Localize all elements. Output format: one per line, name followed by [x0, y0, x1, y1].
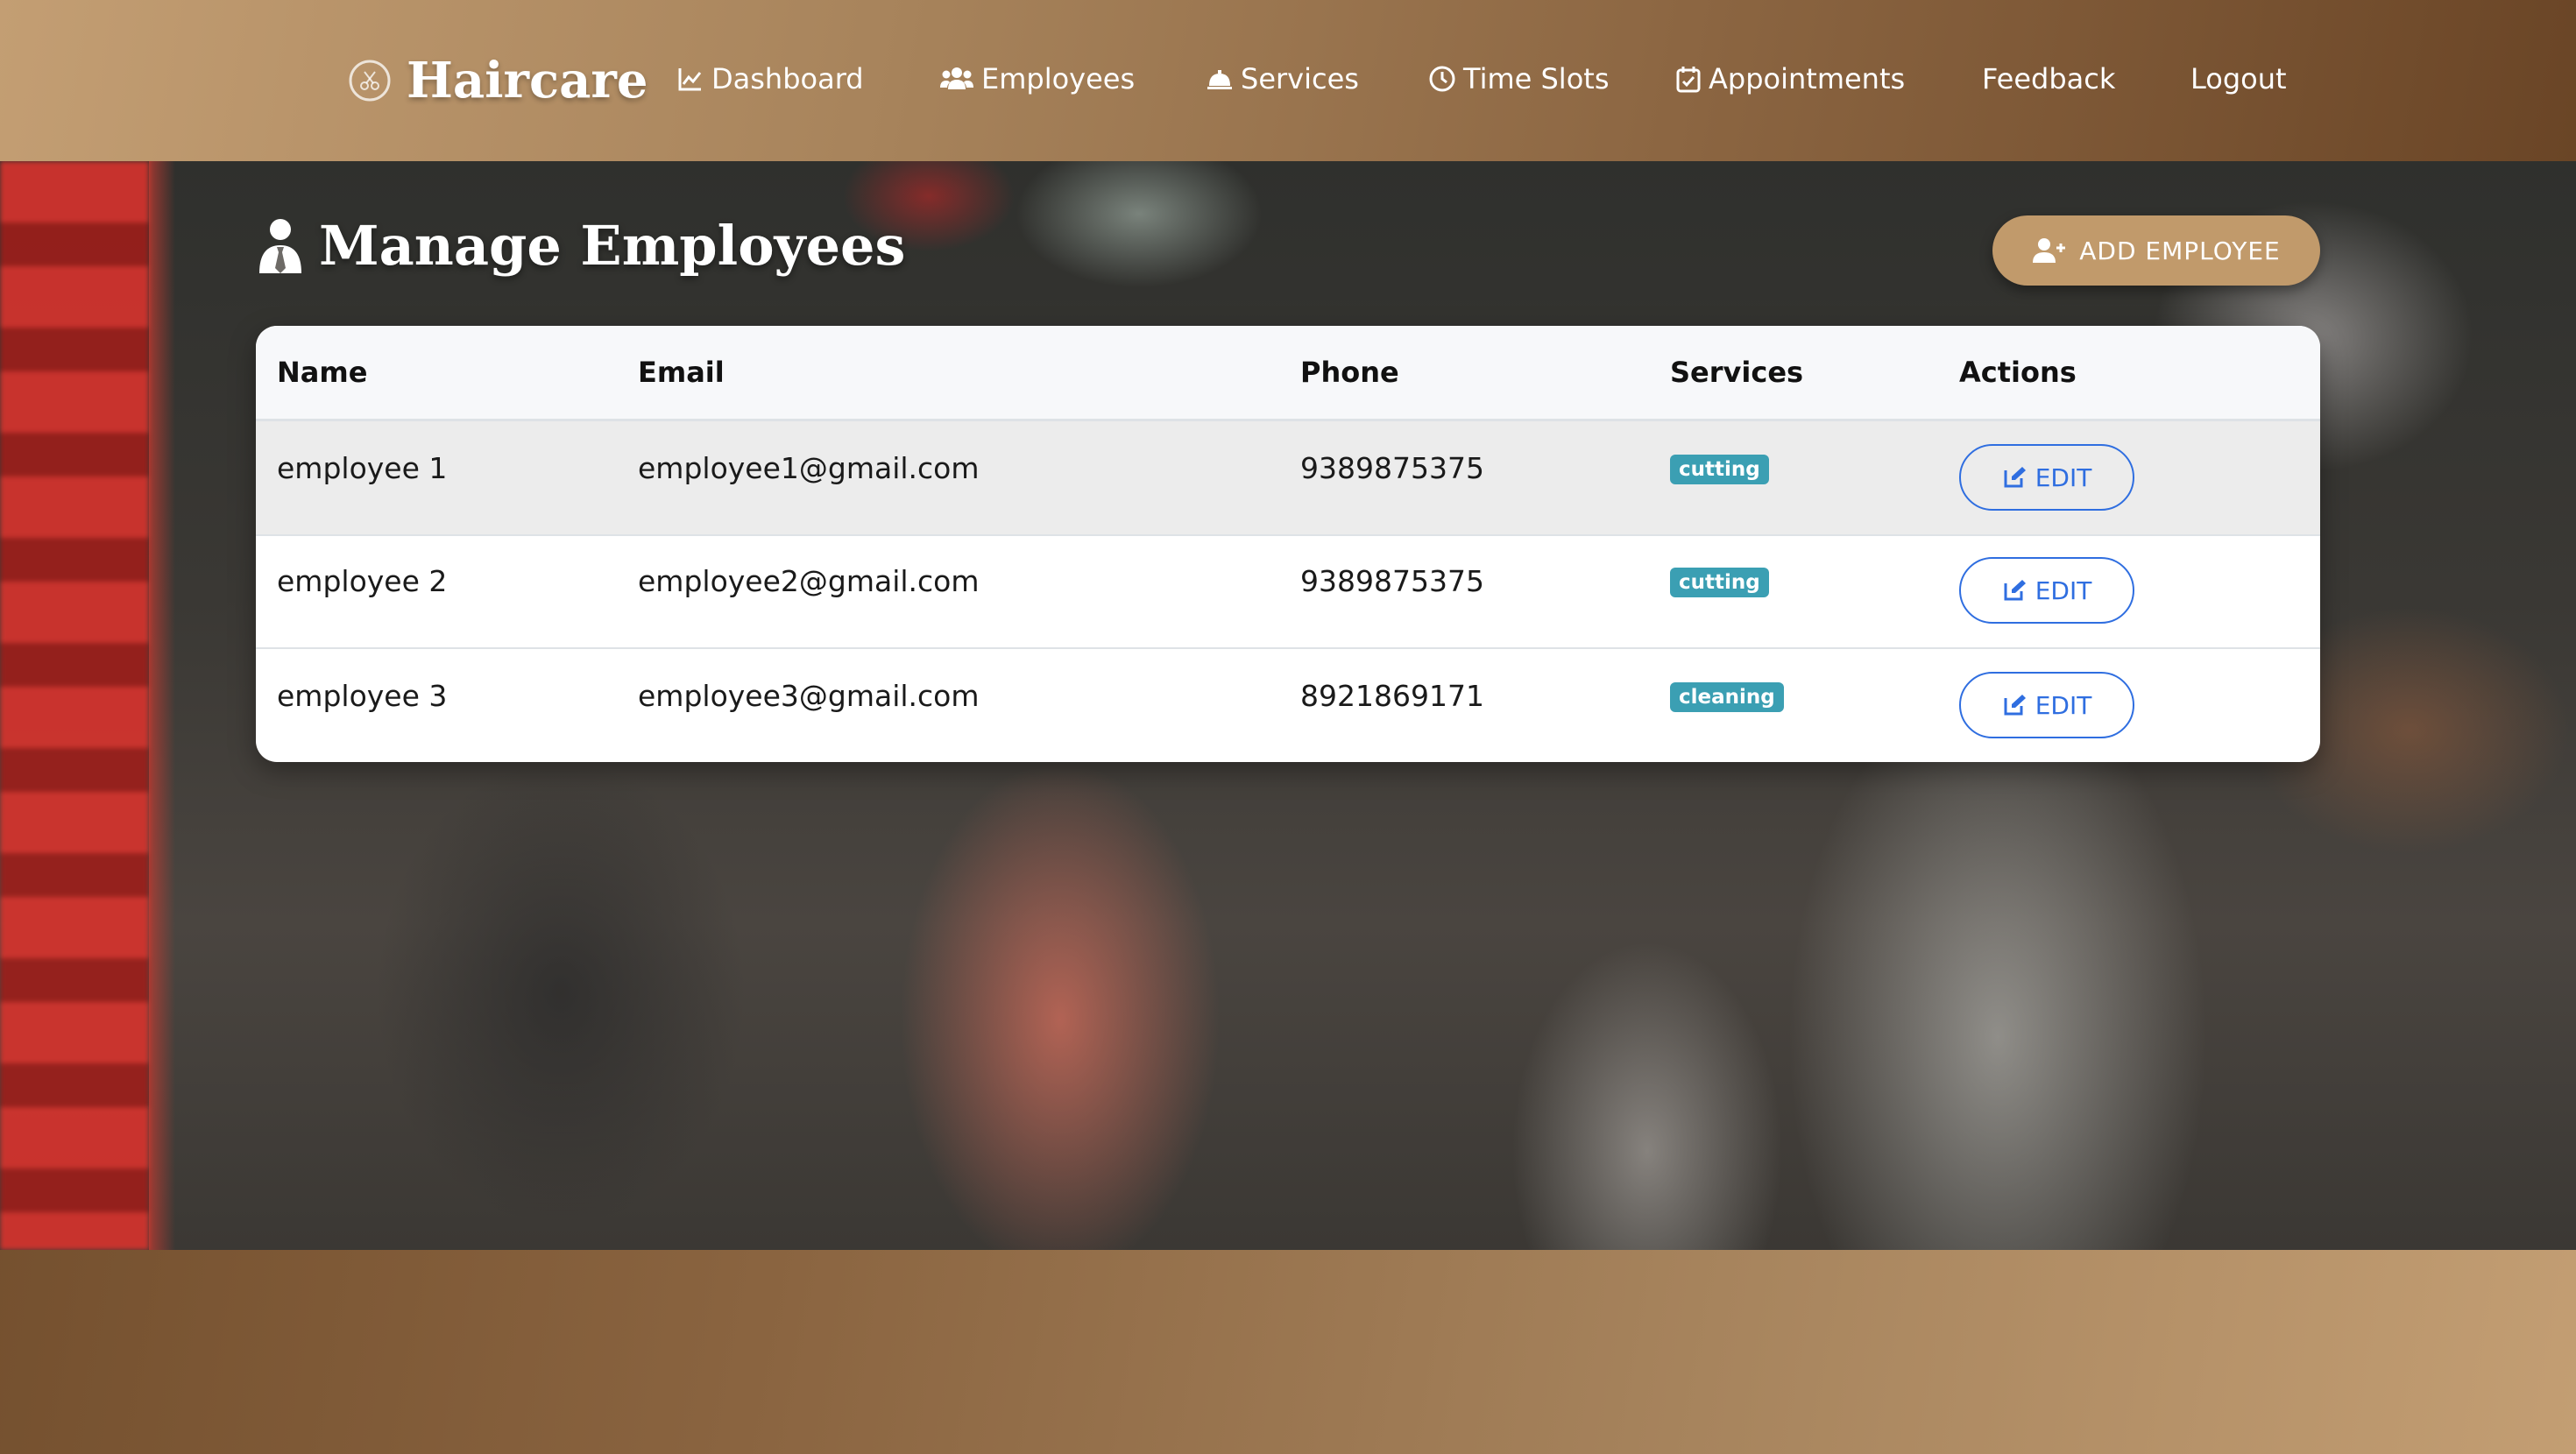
nav-feedback[interactable]: Feedback	[1982, 62, 2115, 95]
page-title: Manage Employees	[256, 214, 905, 278]
add-employee-button[interactable]: ADD EMPLOYEE	[1992, 215, 2320, 286]
employees-table: Name Email Phone Services Actions employ…	[256, 326, 2320, 762]
column-header-name[interactable]: Name	[277, 356, 367, 389]
edit-button[interactable]: EDIT	[1959, 557, 2134, 624]
background-red-glow	[149, 161, 175, 1250]
cell-phone: 8921869171	[1300, 679, 1484, 713]
cell-name: employee 1	[277, 451, 448, 485]
table-row: employee 1 employee1@gmail.com 938987537…	[256, 421, 2320, 536]
table-row: employee 3 employee3@gmail.com 892186917…	[256, 649, 2320, 762]
table-row: employee 2 employee2@gmail.com 938987537…	[256, 534, 2320, 649]
service-badge: cleaning	[1670, 682, 1784, 712]
calendar-check-icon	[1676, 67, 1701, 93]
nav-appointments[interactable]: Appointments	[1675, 62, 1905, 95]
cell-email: employee2@gmail.com	[638, 564, 980, 598]
cell-email: employee1@gmail.com	[638, 451, 980, 485]
cell-name: employee 3	[277, 679, 448, 713]
service-badge: cutting	[1670, 455, 1769, 484]
cell-phone: 9389875375	[1300, 451, 1484, 485]
nav-services[interactable]: Services	[1206, 62, 1359, 95]
edit-label: EDIT	[2035, 690, 2092, 720]
edit-button[interactable]: EDIT	[1959, 672, 2134, 738]
nav-time-slots-label: Time Slots	[1463, 62, 1610, 95]
nav-feedback-label: Feedback	[1982, 62, 2116, 95]
nav-time-slots[interactable]: Time Slots	[1428, 62, 1609, 95]
edit-icon	[2004, 467, 2026, 488]
background-red-shelf	[0, 161, 149, 1250]
nav-employees[interactable]: Employees	[939, 62, 1135, 95]
bell-service-icon	[1207, 70, 1232, 89]
users-icon	[940, 67, 973, 89]
cell-phone: 9389875375	[1300, 564, 1484, 598]
chart-line-icon	[678, 68, 702, 91]
edit-icon	[2004, 580, 2026, 601]
main-nav: Dashboard Employees Services Time Slots …	[0, 53, 2576, 105]
cell-email: employee3@gmail.com	[638, 679, 980, 713]
nav-employees-label: Employees	[981, 62, 1136, 95]
nav-logout-label: Logout	[2190, 62, 2287, 95]
edit-label: EDIT	[2035, 462, 2092, 492]
add-employee-label: ADD EMPLOYEE	[2079, 236, 2281, 265]
nav-appointments-label: Appointments	[1709, 62, 1906, 95]
column-header-services[interactable]: Services	[1670, 356, 1803, 389]
user-plus-icon	[2033, 238, 2066, 263]
page-title-text: Manage Employees	[319, 214, 906, 278]
cell-name: employee 2	[277, 564, 448, 598]
column-header-email[interactable]: Email	[638, 356, 725, 389]
user-tie-icon	[259, 218, 301, 273]
column-header-actions: Actions	[1959, 356, 2077, 389]
nav-dashboard[interactable]: Dashboard	[676, 62, 864, 95]
column-header-phone[interactable]: Phone	[1300, 356, 1399, 389]
edit-label: EDIT	[2035, 575, 2092, 605]
table-header: Name Email Phone Services Actions	[256, 326, 2320, 421]
top-navbar: Haircare Dashboard Employees Services Ti…	[0, 0, 2576, 161]
nav-services-label: Services	[1241, 62, 1359, 95]
nav-logout[interactable]: Logout	[2190, 62, 2287, 95]
nav-dashboard-label: Dashboard	[711, 62, 864, 95]
edit-button[interactable]: EDIT	[1959, 444, 2134, 511]
clock-icon	[1429, 66, 1455, 92]
edit-icon	[2004, 695, 2026, 716]
service-badge: cutting	[1670, 568, 1769, 597]
